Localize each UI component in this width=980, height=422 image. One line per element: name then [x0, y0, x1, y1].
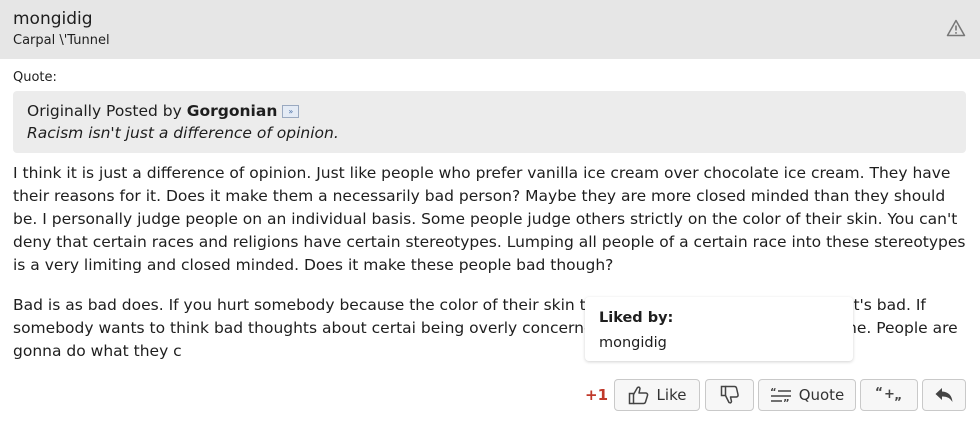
quote-label: Quote: — [13, 70, 57, 85]
liked-by-user[interactable]: mongidig — [599, 335, 667, 351]
quoted-author: Gorgonian — [186, 102, 278, 120]
liked-by-popup: Liked by: mongidig — [585, 297, 853, 361]
svg-text:“: “ — [875, 385, 883, 399]
like-button[interactable]: Like — [614, 379, 700, 411]
quote-attribution: Originally Posted by Gorgonian » — [27, 102, 300, 120]
view-post-icon[interactable]: » — [282, 105, 300, 118]
liked-by-title: Liked by: — [599, 310, 674, 326]
thumbs-up-icon — [628, 386, 648, 405]
reply-button[interactable] — [922, 379, 966, 411]
svg-text:”: ” — [783, 398, 790, 404]
post-header: mongidig Carpal \'Tunnel — [0, 0, 980, 59]
dislike-button[interactable] — [705, 379, 754, 411]
svg-text:”: ” — [894, 395, 902, 405]
post-author[interactable]: mongidig — [13, 9, 93, 29]
report-warning-icon[interactable] — [946, 19, 966, 37]
quote-icon: “ ” — [770, 387, 791, 404]
quote-block: Originally Posted by Gorgonian » Racism i… — [13, 91, 966, 153]
quoted-text: Racism isn't just a difference of opinio… — [27, 124, 339, 142]
quote-button-label: Quote — [798, 386, 845, 404]
like-count[interactable]: +1 — [585, 386, 608, 404]
post-paragraph-1: I think it is just a difference of opini… — [13, 164, 966, 274]
multi-quote-button[interactable]: “ + ” — [860, 379, 918, 411]
originally-posted-by: Originally Posted by — [27, 102, 182, 120]
thumbs-down-icon — [720, 385, 739, 404]
like-label: Like — [656, 386, 687, 404]
reply-arrow-icon — [935, 388, 953, 402]
multi-quote-icon: “ + ” — [875, 385, 902, 405]
quote-button[interactable]: “ ” Quote — [758, 379, 856, 411]
author-title: Carpal \'Tunnel — [13, 33, 110, 48]
